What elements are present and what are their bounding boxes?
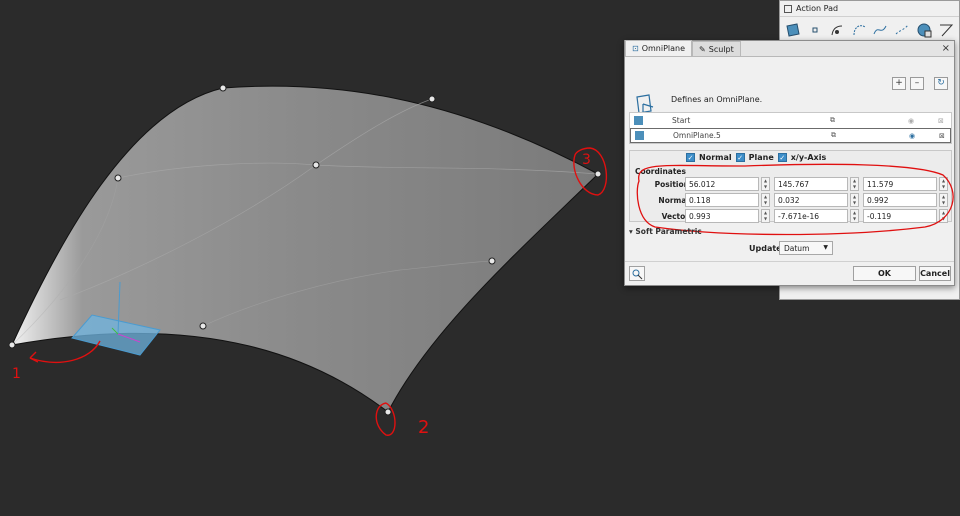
control-point [199, 322, 207, 330]
footer-divider [625, 261, 954, 262]
collapse-arrow-icon: ▾ [629, 227, 633, 236]
control-point [8, 341, 16, 349]
update-select-value: Datum [784, 244, 810, 253]
small-square-icon[interactable] [806, 21, 824, 39]
omniplane-dialog: ⊡ OmniPlane ✎ Sculpt × + – ↻ Defines an … [624, 40, 955, 286]
annotation-number-2: 2 [418, 417, 429, 438]
annotation-arrow [29, 340, 101, 364]
soft-parametric-section[interactable]: ▾ Soft Parametric [629, 227, 702, 236]
spline-curve-icon[interactable] [872, 21, 890, 39]
pen-curve-icon[interactable] [828, 21, 846, 39]
annotation-number-3: 3 [582, 152, 591, 168]
control-point [428, 95, 436, 103]
control-point [312, 161, 320, 169]
pick-tool-icon [632, 269, 643, 280]
action-pad-title-bar: Action Pad [780, 1, 959, 17]
ok-button[interactable]: OK [853, 266, 916, 281]
nurbs-surface[interactable] [11, 85, 599, 413]
dashed-curve-icon[interactable] [893, 21, 911, 39]
pick-tool-button[interactable] [629, 266, 645, 281]
update-label: Update [749, 244, 782, 253]
annotation-number-1: 1 [12, 366, 21, 382]
cancel-button[interactable]: Cancel [919, 266, 951, 281]
surface-paint-icon[interactable] [915, 21, 933, 39]
control-point [594, 170, 602, 178]
control-point [488, 257, 496, 265]
chevron-down-icon: ▼ [823, 244, 828, 251]
control-point [384, 408, 392, 416]
control-point [219, 84, 227, 92]
soft-parametric-label: Soft Parametric [635, 227, 702, 236]
arc-curve-icon[interactable] [850, 21, 868, 39]
corner-tool-icon[interactable] [937, 21, 955, 39]
update-select[interactable]: Datum ▼ [779, 241, 833, 255]
action-pad-icon [784, 4, 792, 13]
surface-box-icon[interactable] [784, 21, 802, 39]
action-pad-title: Action Pad [796, 4, 839, 13]
control-point [114, 174, 122, 182]
